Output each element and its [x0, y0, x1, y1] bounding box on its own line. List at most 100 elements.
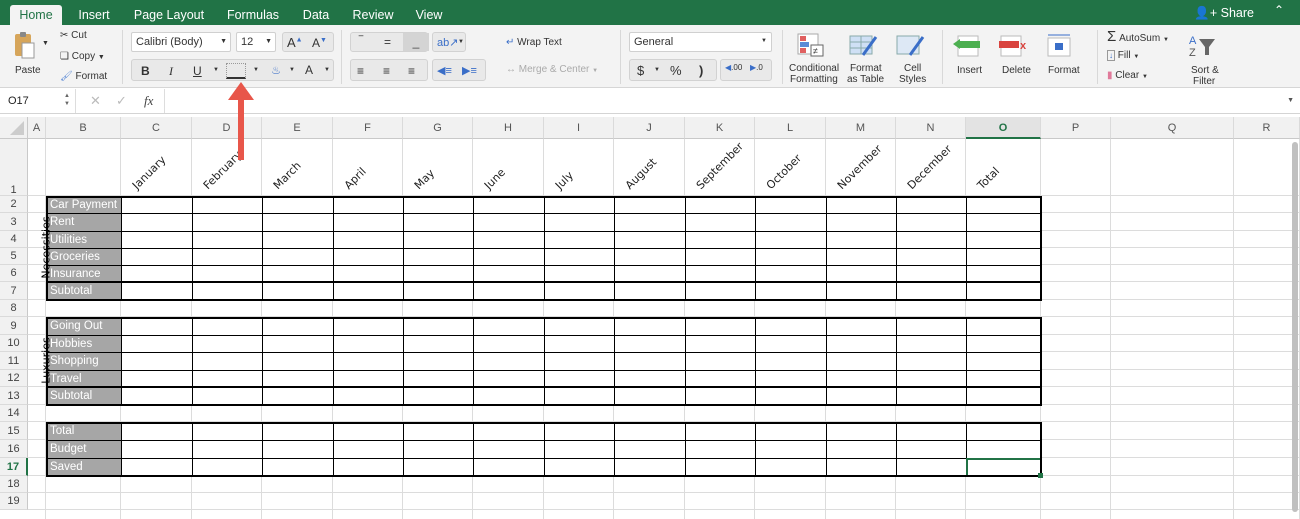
data-cell[interactable] — [896, 231, 967, 249]
tab-page-layout[interactable]: Page Layout — [124, 5, 214, 25]
data-cell[interactable] — [544, 335, 615, 353]
data-cell[interactable] — [614, 387, 686, 406]
data-cell[interactable] — [614, 213, 686, 232]
data-cell[interactable] — [473, 387, 545, 406]
data-cell[interactable] — [121, 248, 193, 266]
row-label[interactable]: Saved — [46, 458, 122, 477]
data-cell[interactable] — [333, 196, 404, 214]
select-all-corner[interactable] — [0, 117, 28, 139]
data-cell[interactable] — [755, 317, 827, 336]
align-left-icon[interactable]: ≡ — [357, 64, 364, 78]
fill-color-icon[interactable]: ♨ — [268, 62, 284, 78]
data-cell[interactable] — [544, 213, 615, 232]
data-cell[interactable] — [473, 458, 545, 477]
row-header-10[interactable]: 10 — [0, 335, 28, 352]
data-cell[interactable] — [473, 196, 545, 214]
data-cell[interactable] — [333, 352, 404, 371]
data-cell[interactable] — [896, 248, 967, 266]
tab-data[interactable]: Data — [294, 5, 338, 25]
data-cell[interactable] — [826, 196, 897, 214]
data-cell[interactable] — [333, 387, 404, 406]
data-cell[interactable] — [544, 282, 615, 301]
data-cell[interactable] — [403, 352, 474, 371]
data-cell[interactable] — [685, 440, 756, 459]
column-header-n[interactable]: N — [896, 117, 966, 139]
data-cell[interactable] — [262, 387, 334, 406]
expand-formula-icon[interactable]: ▼ — [1287, 97, 1294, 104]
share-button[interactable]: 👤+ Share — [1194, 5, 1254, 21]
data-cell[interactable] — [966, 282, 1042, 301]
data-cell[interactable] — [473, 352, 545, 371]
align-middle-icon[interactable]: = — [384, 35, 391, 49]
orientation-button[interactable]: ab↗ ▼ — [432, 32, 466, 52]
data-cell[interactable] — [473, 422, 545, 441]
data-cell[interactable] — [544, 352, 615, 371]
data-cell[interactable] — [755, 458, 827, 477]
data-cell[interactable] — [121, 352, 193, 371]
data-cell[interactable] — [614, 248, 686, 266]
data-cell[interactable] — [403, 422, 474, 441]
column-header-p[interactable]: P — [1041, 117, 1111, 139]
chevron-down-icon[interactable]: ▼ — [324, 67, 330, 73]
worksheet-grid[interactable]: A B C D E F G H I J K L M N O P Q R 1 2 3 4 5 6 7 8 9 10 11 12 13 14 15 1… — [0, 117, 1300, 519]
data-cell[interactable] — [685, 422, 756, 441]
data-cell[interactable] — [826, 352, 897, 371]
data-cell[interactable] — [896, 422, 967, 441]
data-cell[interactable] — [685, 213, 756, 232]
data-cell[interactable] — [685, 282, 756, 301]
underline-button[interactable]: U — [193, 64, 202, 78]
paste-dropdown-icon[interactable]: ▼ — [42, 40, 49, 47]
increase-indent-icon[interactable]: ▶≡ — [462, 64, 477, 77]
wrap-text-button[interactable]: ↵ Wrap Text — [506, 37, 562, 48]
data-cell[interactable] — [896, 387, 967, 406]
data-cell[interactable] — [614, 231, 686, 249]
font-size-select[interactable]: 12 ▼ — [236, 32, 276, 52]
chevron-down-icon[interactable]: ▼ — [213, 67, 219, 73]
decrease-decimal-button[interactable]: ▶.0 — [750, 63, 763, 72]
data-cell[interactable] — [685, 317, 756, 336]
data-cell[interactable] — [544, 440, 615, 459]
italic-button[interactable]: I — [169, 64, 173, 79]
row-header-8[interactable]: 8 — [0, 300, 28, 317]
row-header-5[interactable]: 5 — [0, 248, 28, 265]
paste-label[interactable]: Paste — [15, 65, 41, 76]
data-cell[interactable] — [262, 213, 334, 232]
data-cell[interactable] — [614, 458, 686, 477]
data-cell[interactable] — [614, 422, 686, 441]
data-cell[interactable] — [755, 196, 827, 214]
column-header-b[interactable]: B — [46, 117, 121, 139]
data-cell[interactable] — [544, 196, 615, 214]
data-cell[interactable] — [473, 335, 545, 353]
data-cell[interactable] — [544, 387, 615, 406]
data-cell[interactable] — [614, 317, 686, 336]
data-cell[interactable] — [685, 231, 756, 249]
chevron-down-icon[interactable]: ▼ — [654, 67, 660, 73]
row-label[interactable]: Car Payment — [46, 196, 122, 214]
tab-home[interactable]: Home — [10, 5, 62, 25]
data-cell[interactable] — [121, 387, 193, 406]
increase-decimal-button[interactable]: ◀.00 — [725, 63, 742, 72]
data-cell[interactable] — [403, 282, 474, 301]
data-cell[interactable] — [966, 213, 1042, 232]
column-header-o[interactable]: O — [966, 117, 1041, 139]
number-format-select[interactable]: General ▼ — [629, 32, 772, 52]
data-cell[interactable] — [755, 213, 827, 232]
decrease-indent-icon[interactable]: ◀≡ — [437, 64, 452, 77]
data-cell[interactable] — [755, 335, 827, 353]
data-cell[interactable] — [121, 282, 193, 301]
data-cell[interactable] — [966, 231, 1042, 249]
data-cell[interactable] — [685, 352, 756, 371]
data-cell[interactable] — [473, 248, 545, 266]
row-label[interactable]: Hobbies — [46, 335, 122, 353]
data-cell[interactable] — [685, 248, 756, 266]
row-header-19[interactable]: 19 — [0, 493, 28, 510]
data-cell[interactable] — [262, 458, 334, 477]
shrink-font-button[interactable]: A▼ — [312, 36, 327, 50]
data-cell[interactable] — [333, 317, 404, 336]
data-cell[interactable] — [755, 387, 827, 406]
currency-button[interactable]: $ — [637, 63, 644, 78]
cancel-icon[interactable]: ✕ — [90, 93, 101, 109]
data-cell[interactable] — [896, 335, 967, 353]
row-header-18[interactable]: 18 — [0, 476, 28, 493]
column-header-i[interactable]: I — [544, 117, 614, 139]
